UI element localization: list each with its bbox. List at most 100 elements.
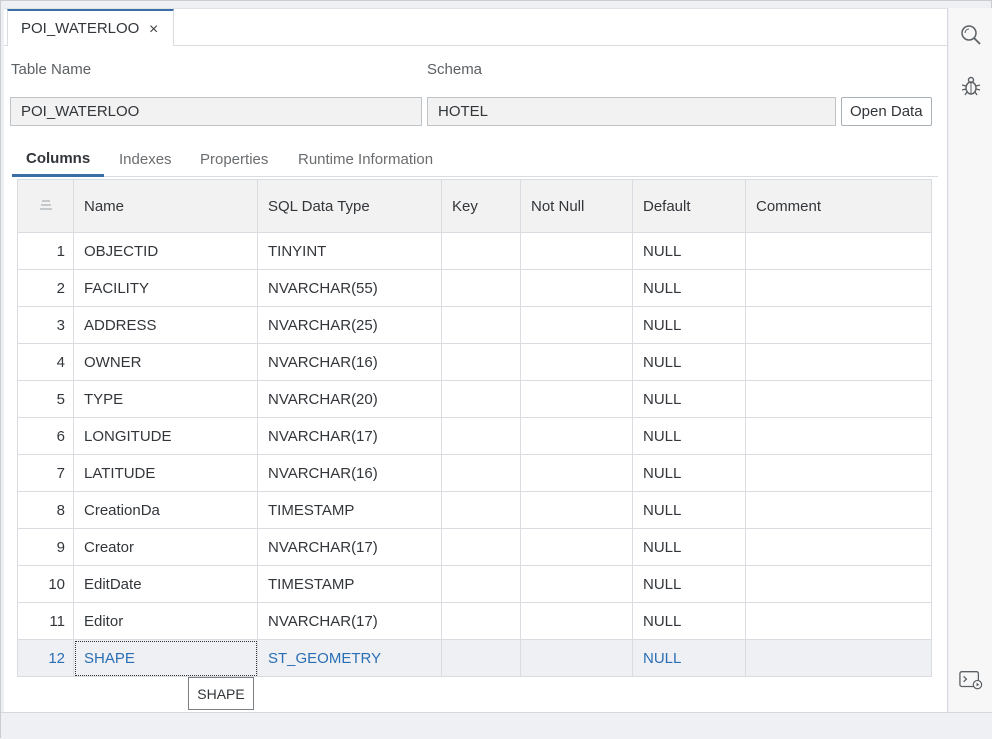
cell-default[interactable]: NULL <box>632 269 746 307</box>
cell-comment[interactable] <box>745 565 932 603</box>
cell-key[interactable] <box>441 639 521 677</box>
cell-not-null[interactable] <box>520 269 633 307</box>
cell-name[interactable]: OBJECTID <box>73 232 258 270</box>
table-row[interactable]: 7 LATITUDE NVARCHAR(16) NULL <box>17 454 932 492</box>
table-row[interactable]: 2 FACILITY NVARCHAR(55) NULL <box>17 269 932 307</box>
cell-default[interactable]: NULL <box>632 306 746 344</box>
table-row[interactable]: 3 ADDRESS NVARCHAR(25) NULL <box>17 306 932 344</box>
table-row[interactable]: 11 Editor NVARCHAR(17) NULL <box>17 602 932 640</box>
cell-not-null[interactable] <box>520 343 633 381</box>
cell-name[interactable]: Editor <box>73 602 258 640</box>
cell-default[interactable]: NULL <box>632 454 746 492</box>
column-header-name[interactable]: Name <box>73 179 258 233</box>
debug-icon[interactable] <box>959 74 983 98</box>
cell-default[interactable]: NULL <box>632 528 746 566</box>
table-row[interactable]: 6 LONGITUDE NVARCHAR(17) NULL <box>17 417 932 455</box>
cell-default[interactable]: NULL <box>632 343 746 381</box>
cell-key[interactable] <box>441 417 521 455</box>
schema-input[interactable]: HOTEL <box>427 97 836 126</box>
column-header-default[interactable]: Default <box>632 179 746 233</box>
cell-comment[interactable] <box>745 306 932 344</box>
cell-name[interactable]: SHAPE <box>73 639 258 677</box>
cell-comment[interactable] <box>745 491 932 529</box>
cell-comment[interactable] <box>745 343 932 381</box>
table-row-selected[interactable]: 12 SHAPE ST_GEOMETRY NULL <box>17 639 932 677</box>
cell-type[interactable]: NVARCHAR(55) <box>257 269 442 307</box>
cell-default[interactable]: NULL <box>632 565 746 603</box>
search-icon[interactable] <box>959 23 983 47</box>
tab-indexes[interactable]: Indexes <box>119 142 172 177</box>
cell-key[interactable] <box>441 269 521 307</box>
editor-tab-poi-waterloo[interactable]: POI_WATERLOO × <box>7 9 174 46</box>
cell-not-null[interactable] <box>520 417 633 455</box>
cell-type[interactable]: ST_GEOMETRY <box>257 639 442 677</box>
cell-not-null[interactable] <box>520 491 633 529</box>
cell-name[interactable]: Creator <box>73 528 258 566</box>
cell-type[interactable]: TIMESTAMP <box>257 565 442 603</box>
cell-comment[interactable] <box>745 232 932 270</box>
cell-type[interactable]: NVARCHAR(16) <box>257 343 442 381</box>
cell-key[interactable] <box>441 380 521 418</box>
table-name-input[interactable]: POI_WATERLOO <box>10 97 422 126</box>
cell-comment[interactable] <box>745 639 932 677</box>
cell-key[interactable] <box>441 306 521 344</box>
cell-name[interactable]: EditDate <box>73 565 258 603</box>
cell-comment[interactable] <box>745 417 932 455</box>
cell-not-null[interactable] <box>520 306 633 344</box>
cell-default[interactable]: NULL <box>632 491 746 529</box>
cell-default[interactable]: NULL <box>632 602 746 640</box>
cell-default[interactable]: NULL <box>632 639 746 677</box>
table-row[interactable]: 8 CreationDa TIMESTAMP NULL <box>17 491 932 529</box>
cell-key[interactable] <box>441 343 521 381</box>
sort-icon[interactable] <box>39 198 53 215</box>
cell-key[interactable] <box>441 454 521 492</box>
cell-name[interactable]: LONGITUDE <box>73 417 258 455</box>
cell-type[interactable]: NVARCHAR(17) <box>257 528 442 566</box>
cell-not-null[interactable] <box>520 639 633 677</box>
table-row[interactable]: 5 TYPE NVARCHAR(20) NULL <box>17 380 932 418</box>
cell-type[interactable]: NVARCHAR(17) <box>257 602 442 640</box>
cell-name[interactable]: LATITUDE <box>73 454 258 492</box>
cell-comment[interactable] <box>745 528 932 566</box>
cell-key[interactable] <box>441 565 521 603</box>
tab-properties[interactable]: Properties <box>200 142 268 177</box>
cell-not-null[interactable] <box>520 602 633 640</box>
cell-comment[interactable] <box>745 269 932 307</box>
cell-type[interactable]: NVARCHAR(25) <box>257 306 442 344</box>
cell-name[interactable]: FACILITY <box>73 269 258 307</box>
table-row[interactable]: 10 EditDate TIMESTAMP NULL <box>17 565 932 603</box>
cell-name[interactable]: TYPE <box>73 380 258 418</box>
cell-key[interactable] <box>441 491 521 529</box>
cell-default[interactable]: NULL <box>632 417 746 455</box>
column-header-not-null[interactable]: Not Null <box>520 179 633 233</box>
cell-comment[interactable] <box>745 380 932 418</box>
cell-type[interactable]: NVARCHAR(16) <box>257 454 442 492</box>
cell-name[interactable]: OWNER <box>73 343 258 381</box>
cell-comment[interactable] <box>745 602 932 640</box>
cell-comment[interactable] <box>745 454 932 492</box>
table-row[interactable]: 4 OWNER NVARCHAR(16) NULL <box>17 343 932 381</box>
table-row[interactable]: 1 OBJECTID TINYINT NULL <box>17 232 932 270</box>
cell-default[interactable]: NULL <box>632 380 746 418</box>
column-header-sql-data-type[interactable]: SQL Data Type <box>257 179 442 233</box>
cell-type[interactable]: TINYINT <box>257 232 442 270</box>
console-icon[interactable] <box>959 668 983 692</box>
cell-name[interactable]: ADDRESS <box>73 306 258 344</box>
cell-not-null[interactable] <box>520 565 633 603</box>
open-data-button[interactable]: Open Data <box>841 97 932 126</box>
cell-type[interactable]: NVARCHAR(17) <box>257 417 442 455</box>
cell-not-null[interactable] <box>520 528 633 566</box>
cell-key[interactable] <box>441 528 521 566</box>
cell-not-null[interactable] <box>520 454 633 492</box>
table-row[interactable]: 9 Creator NVARCHAR(17) NULL <box>17 528 932 566</box>
row-number-header[interactable] <box>17 179 74 233</box>
cell-not-null[interactable] <box>520 380 633 418</box>
tab-runtime-information[interactable]: Runtime Information <box>298 142 433 177</box>
close-icon[interactable]: × <box>149 21 158 39</box>
column-header-key[interactable]: Key <box>441 179 521 233</box>
cell-type[interactable]: TIMESTAMP <box>257 491 442 529</box>
cell-default[interactable]: NULL <box>632 232 746 270</box>
tab-columns[interactable]: Columns <box>12 142 105 177</box>
cell-type[interactable]: NVARCHAR(20) <box>257 380 442 418</box>
cell-not-null[interactable] <box>520 232 633 270</box>
